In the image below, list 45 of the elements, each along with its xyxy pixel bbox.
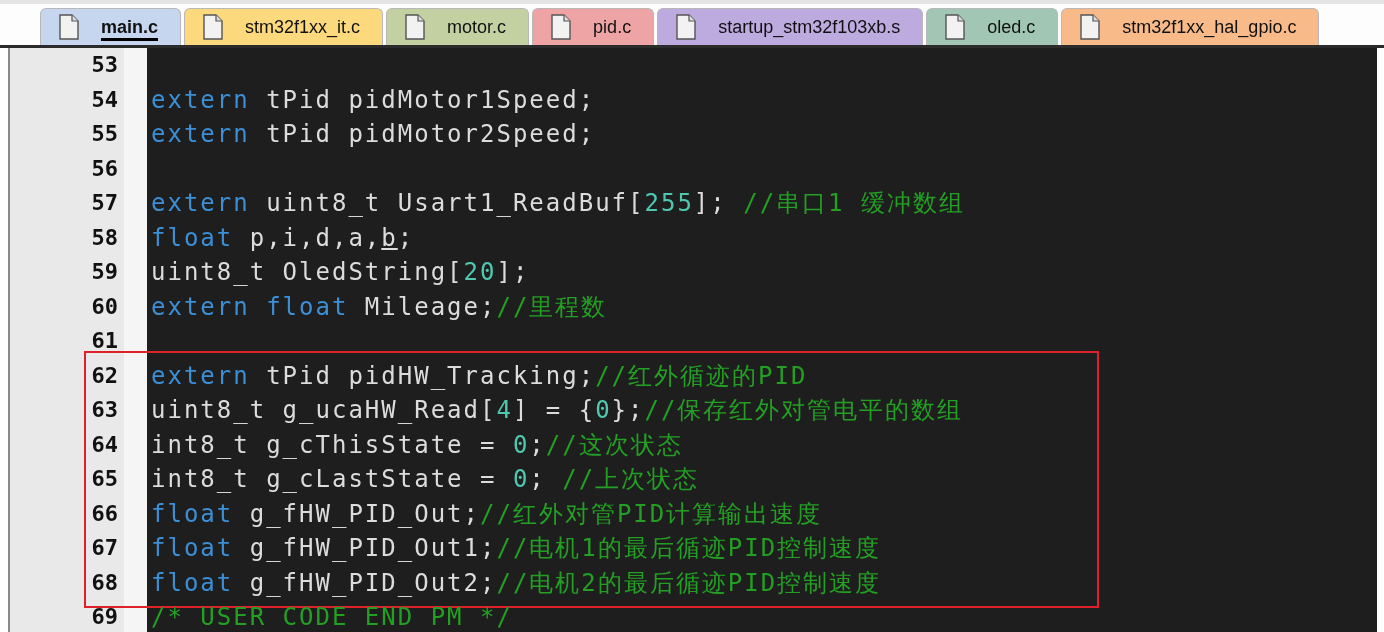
document-icon: [203, 14, 224, 40]
code-line: float g_fHW_PID_Out2;//电机2的最后循迹PID控制速度: [150, 567, 882, 599]
line-number: 65: [90, 465, 119, 493]
code-line: float g_fHW_PID_Out;//红外对管PID计算输出速度: [150, 498, 823, 530]
code-line: extern tPid pidMotor2Speed;: [150, 119, 596, 150]
line-number: 67: [90, 534, 119, 562]
file-tab[interactable]: main.c: [40, 8, 182, 45]
line-number: 53: [90, 51, 119, 79]
line-number: 66: [90, 499, 119, 528]
file-tab[interactable]: motor.c: [386, 8, 530, 45]
document-icon: [676, 14, 697, 40]
line-number: 69: [90, 603, 119, 631]
code-line: float p,i,d,a,b;: [150, 222, 415, 254]
document-icon: [551, 14, 572, 40]
line-number: 56: [90, 154, 119, 183]
code-line: int8_t g_cLastState = 0; //上次状态: [150, 464, 700, 495]
line-number: 62: [90, 361, 119, 390]
line-number: 57: [90, 189, 119, 217]
code-line: uint8_t g_ucaHW_Read[4] = {0};//保存红外对管电平的数组: [150, 395, 964, 426]
line-number: 60: [90, 292, 119, 321]
code-line: extern float Mileage;//里程数: [150, 291, 608, 323]
file-tab[interactable]: stm32f1xx_it.c: [184, 8, 384, 45]
file-tab[interactable]: oled.c: [926, 8, 1059, 45]
line-number: 54: [90, 85, 119, 114]
code-line: extern tPid pidMotor1Speed;: [150, 84, 596, 116]
line-number: 68: [90, 568, 119, 597]
code-line: int8_t g_cThisState = 0;//这次状态: [150, 429, 683, 461]
line-number: 55: [90, 120, 119, 148]
code-line: float g_fHW_PID_Out1;//电机1的最后循迹PID控制速度: [150, 533, 882, 564]
file-tab[interactable]: stm32f1xx_hal_gpio.c: [1061, 8, 1320, 45]
document-icon: [945, 14, 966, 40]
code-line: /* USER CODE END PM */: [150, 602, 513, 632]
line-number: 61: [90, 327, 119, 355]
code-line: extern tPid pidHW_Tracking;//红外循迹的PID: [150, 360, 808, 392]
code-line: uint8_t OledString[20];: [150, 257, 530, 288]
line-number: 59: [90, 258, 119, 286]
line-number: 63: [90, 396, 119, 424]
document-icon: [1080, 14, 1101, 40]
document-icon: [405, 14, 426, 40]
line-number: 64: [90, 430, 119, 459]
code-line: extern uint8_t Usart1_ReadBuf[255]; //串口1 缓冲数组: [150, 188, 965, 219]
document-icon: [59, 14, 79, 40]
file-tab[interactable]: pid.c: [532, 8, 655, 45]
line-number: 58: [90, 223, 119, 252]
file-tab[interactable]: startup_stm32f103xb.s: [657, 8, 924, 45]
